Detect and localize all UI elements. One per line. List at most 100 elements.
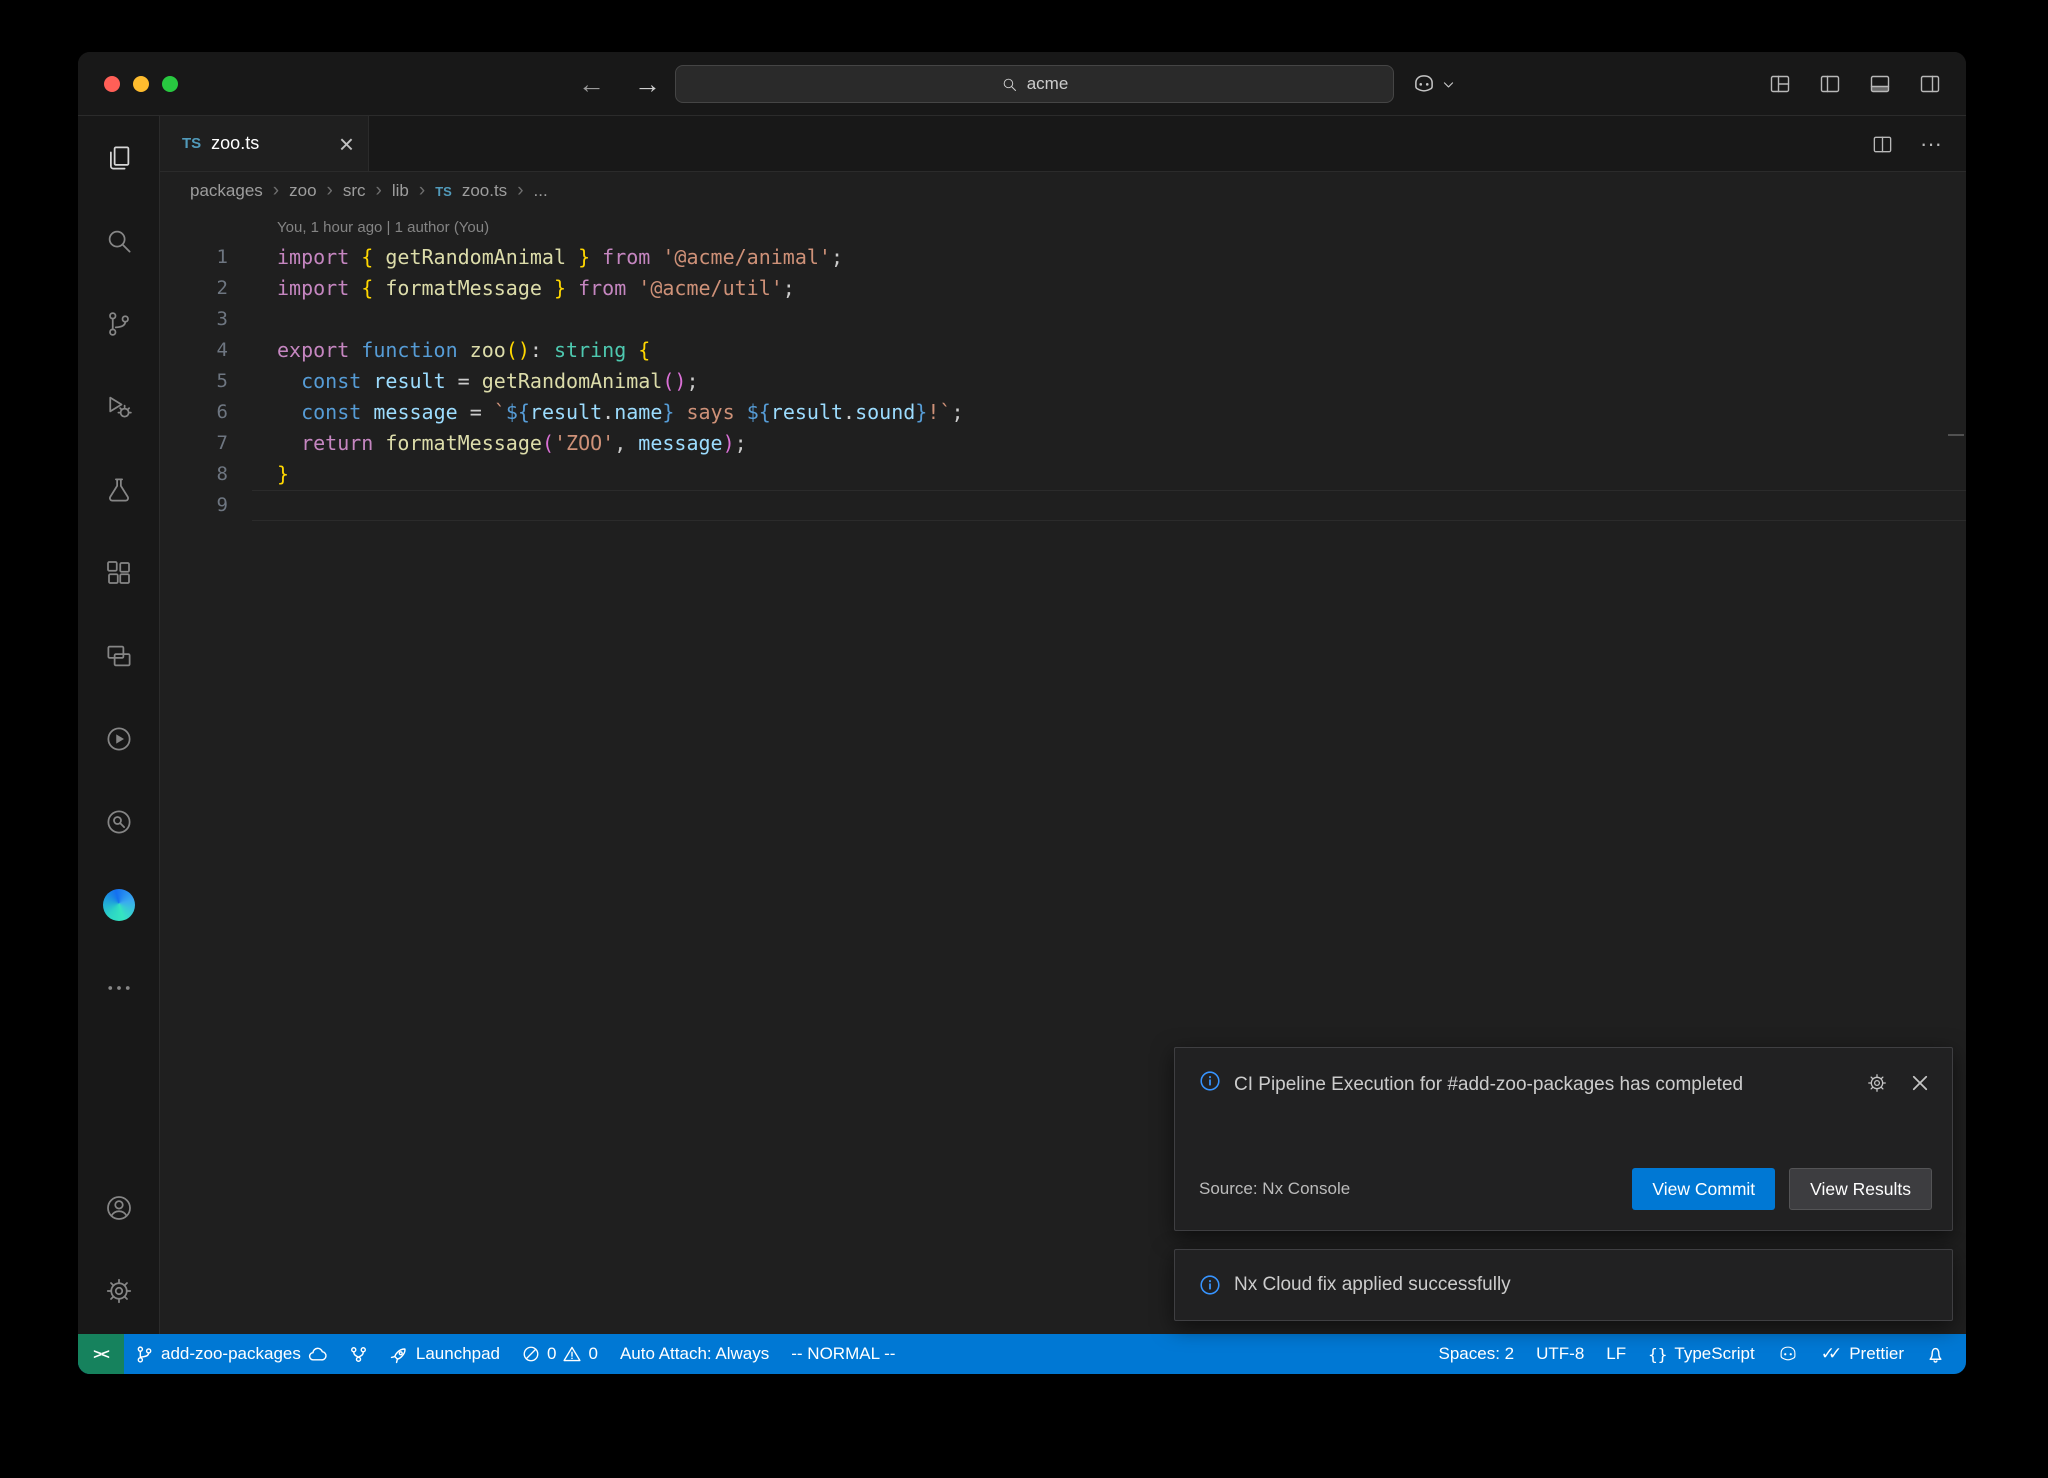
line-number[interactable]: 3 — [160, 304, 252, 335]
chevron-down-icon — [1442, 78, 1455, 91]
typescript-file-icon: TS — [182, 135, 201, 152]
more-actions-icon[interactable]: ··· — [1920, 131, 1942, 157]
gitlens-codelens[interactable]: You, 1 hour ago | 1 author (You) — [252, 216, 1966, 242]
zoom-window-button[interactable] — [162, 76, 178, 92]
source-control-graph-icon[interactable] — [338, 1334, 379, 1374]
code-line[interactable]: const message = `${result.name} says ${r… — [252, 397, 1966, 428]
code-line[interactable]: import { getRandomAnimal } from '@acme/a… — [252, 242, 1966, 273]
minimize-window-button[interactable] — [133, 76, 149, 92]
code-line[interactable]: return formatMessage('ZOO', message); — [252, 428, 1966, 459]
notification-settings-gear-icon[interactable] — [1866, 1072, 1888, 1094]
desktop: { "titlebar": { "search_value": "acme" }… — [0, 0, 2048, 1478]
warning-icon — [563, 1345, 581, 1363]
line-number[interactable]: 8 — [160, 459, 252, 490]
copilot-icon — [1777, 1343, 1799, 1365]
branch-status[interactable]: add-zoo-packages — [124, 1334, 338, 1374]
breadcrumb-item-packages[interactable]: packages — [190, 181, 263, 201]
chevron-right-icon: › — [376, 180, 382, 202]
notification-close-icon[interactable] — [1910, 1072, 1930, 1094]
extensions-icon[interactable] — [78, 531, 159, 614]
notifications-bell-icon[interactable] — [1915, 1334, 1956, 1374]
breadcrumb-item-symbol[interactable]: ... — [534, 181, 548, 201]
edge-browser-icon[interactable] — [78, 863, 159, 946]
copilot-icon — [1411, 71, 1437, 97]
breadcrumb-item-file[interactable]: zoo.ts — [462, 181, 507, 201]
code-line[interactable]: import { formatMessage } from '@acme/uti… — [252, 273, 1966, 304]
toggle-secondary-sidebar-icon[interactable] — [1918, 72, 1942, 96]
line-number[interactable]: 9 — [160, 490, 252, 521]
command-center-search[interactable]: acme — [675, 65, 1394, 103]
code-line[interactable]: } — [252, 459, 1966, 490]
error-icon — [522, 1345, 540, 1363]
code-line[interactable] — [252, 490, 1966, 521]
toggle-primary-sidebar-icon[interactable] — [1818, 72, 1842, 96]
layout-controls — [1768, 52, 1966, 116]
activity-bar-bottom — [78, 1166, 159, 1334]
eol-status[interactable]: LF — [1595, 1334, 1637, 1374]
code-lines: import { getRandomAnimal } from '@acme/a… — [252, 242, 1966, 521]
view-results-button[interactable]: View Results — [1789, 1168, 1932, 1210]
line-number[interactable]: 2 — [160, 273, 252, 304]
notification-message: CI Pipeline Execution for #add-zoo-packa… — [1234, 1070, 1743, 1099]
auto-attach-status[interactable]: Auto Attach: Always — [609, 1334, 780, 1374]
info-icon — [1199, 1070, 1221, 1092]
copilot-status[interactable] — [1766, 1334, 1810, 1374]
notification-ci-pipeline: CI Pipeline Execution for #add-zoo-packa… — [1174, 1047, 1953, 1231]
code-line[interactable]: const result = getRandomAnimal(); — [252, 366, 1966, 397]
customize-layout-icon[interactable] — [1768, 72, 1792, 96]
notification-message: Nx Cloud fix applied successfully — [1234, 1274, 1511, 1296]
run-debug-icon[interactable] — [78, 365, 159, 448]
code-line[interactable]: export function zoo(): string { — [252, 335, 1966, 366]
settings-gear-icon[interactable] — [78, 1249, 159, 1332]
indentation-status[interactable]: Spaces: 2 — [1428, 1334, 1526, 1374]
encoding-status[interactable]: UTF-8 — [1525, 1334, 1595, 1374]
source-control-icon[interactable] — [78, 282, 159, 365]
split-editor-icon[interactable] — [1871, 133, 1894, 156]
activity-bar — [78, 116, 160, 1334]
back-icon[interactable]: ← — [578, 52, 605, 116]
breadcrumb-item-zoo[interactable]: zoo — [289, 181, 316, 201]
problems-status[interactable]: 0 0 — [511, 1334, 609, 1374]
search-icon — [1001, 76, 1018, 93]
explorer-icon[interactable] — [78, 116, 159, 199]
account-icon[interactable] — [78, 1166, 159, 1249]
chevron-right-icon: › — [273, 180, 279, 202]
more-views-icon[interactable] — [78, 946, 159, 1029]
close-window-button[interactable] — [104, 76, 120, 92]
search-value: acme — [1027, 74, 1069, 94]
typescript-file-icon: TS — [435, 184, 452, 199]
play-circle-icon[interactable] — [78, 697, 159, 780]
double-check-icon: ✓✓ — [1821, 1344, 1843, 1364]
search-circle-icon[interactable] — [78, 780, 159, 863]
line-number[interactable]: 1 — [160, 242, 252, 273]
remote-indicator[interactable]: >< — [78, 1334, 124, 1374]
search-sidebar-icon[interactable] — [78, 199, 159, 282]
breadcrumb-item-src[interactable]: src — [343, 181, 366, 201]
line-number[interactable]: 5 — [160, 366, 252, 397]
notification-tools — [1866, 1072, 1930, 1094]
breadcrumb: packages › zoo › src › lib › TS zoo.ts ›… — [160, 172, 1966, 210]
code-line[interactable] — [252, 304, 1966, 335]
vscode-window: ← → acme — [78, 52, 1966, 1374]
notification-nx-cloud: Nx Cloud fix applied successfully — [1174, 1249, 1953, 1321]
tab-bar: TS zoo.ts × ··· — [160, 116, 1966, 172]
copilot-menu[interactable] — [1411, 52, 1455, 116]
line-number[interactable]: 4 — [160, 335, 252, 366]
breadcrumb-item-lib[interactable]: lib — [392, 181, 409, 201]
line-number[interactable]: 6 — [160, 397, 252, 428]
toggle-panel-icon[interactable] — [1868, 72, 1892, 96]
overview-ruler-marker — [1948, 434, 1964, 436]
tab-zoo-ts[interactable]: TS zoo.ts × — [160, 116, 369, 171]
remote-explorer-icon[interactable] — [78, 614, 159, 697]
formatter-status[interactable]: ✓✓ Prettier — [1810, 1334, 1915, 1374]
vim-mode-status[interactable]: -- NORMAL -- — [780, 1334, 906, 1374]
chevron-right-icon: › — [419, 180, 425, 202]
launchpad-button[interactable]: Launchpad — [379, 1334, 511, 1374]
forward-icon[interactable]: → — [634, 52, 661, 116]
testing-icon[interactable] — [78, 448, 159, 531]
language-mode-status[interactable]: {} TypeScript — [1637, 1334, 1766, 1374]
line-number[interactable]: 7 — [160, 428, 252, 459]
view-commit-button[interactable]: View Commit — [1632, 1168, 1775, 1210]
close-tab-icon[interactable]: × — [339, 131, 354, 157]
info-icon — [1199, 1274, 1221, 1296]
